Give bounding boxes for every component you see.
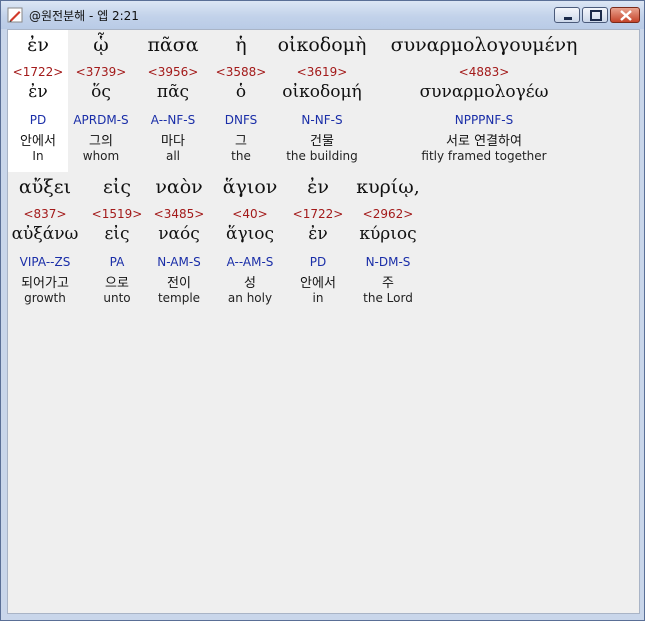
word-cell[interactable]: ναὸν <3485> ναός N-AM-S 전이 temple: [150, 172, 208, 314]
window-title: @원전분해 - 엡 2:21: [29, 9, 139, 23]
lemma: ἅγιος: [225, 224, 275, 244]
korean-gloss: 안에서: [20, 134, 56, 149]
close-button[interactable]: [610, 7, 640, 23]
strong-number[interactable]: <1722>: [288, 207, 348, 221]
lemma: κύριος: [359, 224, 417, 244]
lemma: ἐν: [28, 82, 48, 102]
greek-word: κυρίῳ,: [356, 176, 420, 198]
korean-gloss: 주: [382, 276, 394, 291]
korean-gloss: 성: [244, 276, 256, 291]
korean-gloss: 으로: [105, 276, 129, 291]
minimize-button[interactable]: [554, 7, 580, 23]
interlinear-view[interactable]: ἐν <1722> ἐν PD 안에서 In ᾧ <3739> ὅς APRDM…: [7, 29, 640, 614]
strong-number[interactable]: <2962>: [352, 207, 424, 221]
pen-quill-icon: [7, 7, 23, 23]
morph-code: PD: [309, 255, 327, 269]
word-cell[interactable]: ἡ <3588> ὁ DNFS 그 the: [214, 30, 268, 172]
english-gloss: the: [231, 149, 251, 163]
word-cell[interactable]: οἰκοδομὴ <3619> οἰκοδομή N-NF-S 건물 the b…: [270, 30, 374, 172]
word-cell[interactable]: ἅγιον <40> ἅγιος A--AM-S 성 an holy: [214, 172, 286, 314]
korean-gloss: 서로 연결하여: [446, 134, 522, 149]
english-gloss: the Lord: [363, 291, 413, 305]
greek-word: εἰς: [103, 176, 131, 198]
strong-number[interactable]: <1722>: [8, 65, 68, 79]
strong-number[interactable]: <1519>: [88, 207, 146, 221]
strong-number[interactable]: <3588>: [214, 65, 268, 79]
morph-code: A--NF-S: [150, 113, 196, 127]
word-cell[interactable]: ἐν <1722> ἐν PD 안에서 In: [8, 30, 68, 172]
english-gloss: an holy: [227, 291, 273, 305]
maximize-button[interactable]: [582, 7, 608, 23]
greek-word: αὔξει: [18, 176, 72, 198]
greek-word: ἅγιον: [222, 176, 278, 198]
lemma: πᾶς: [156, 82, 190, 102]
korean-gloss: 그: [235, 134, 247, 149]
lemma: ὁ: [235, 82, 247, 102]
english-gloss: growth: [24, 291, 66, 305]
word-cell[interactable]: πᾶσα <3956> πᾶς A--NF-S 마다 all: [142, 30, 204, 172]
morph-code: N-AM-S: [157, 255, 201, 269]
word-cell[interactable]: ἐν <1722> ἐν PD 안에서 in: [288, 172, 348, 314]
word-cell[interactable]: αὔξει <837> αὐξάνω VIPA--ZS 되어가고 growth: [8, 172, 82, 314]
lemma: οἰκοδομή: [282, 82, 362, 102]
english-gloss: temple: [157, 291, 201, 305]
morph-code: DNFS: [224, 113, 258, 127]
english-gloss: the building: [286, 149, 358, 163]
greek-word: ἐν: [307, 176, 329, 198]
strong-number[interactable]: <837>: [8, 207, 82, 221]
maximize-icon: [590, 10, 602, 21]
strong-number[interactable]: <3739>: [68, 65, 134, 79]
morph-code: NPPPNF-S: [454, 113, 514, 127]
word-cell[interactable]: συναρμολογουμένη <4883> συναρμολογέω NPP…: [382, 30, 586, 172]
morph-code: PD: [29, 113, 47, 127]
english-gloss: whom: [82, 149, 120, 163]
greek-word: ἐν: [27, 34, 49, 56]
greek-word: πᾶσα: [147, 34, 199, 56]
english-gloss: In: [32, 149, 44, 163]
minimize-icon: [564, 17, 572, 20]
lemma: ὅς: [91, 82, 111, 102]
lemma: εἰς: [104, 224, 130, 244]
korean-gloss: 전이: [167, 276, 191, 291]
lemma: ἐν: [308, 224, 328, 244]
strong-number[interactable]: <3956>: [142, 65, 204, 79]
word-cell[interactable]: ᾧ <3739> ὅς APRDM-S 그의 whom: [68, 30, 134, 172]
morph-code: N-DM-S: [365, 255, 411, 269]
greek-word: ναὸν: [155, 176, 203, 198]
english-gloss: unto: [103, 291, 131, 305]
title-bar[interactable]: @원전분해 - 엡 2:21: [1, 1, 644, 29]
korean-gloss: 마다: [161, 134, 185, 149]
lemma: ναός: [158, 224, 200, 244]
morph-code: APRDM-S: [73, 113, 129, 127]
greek-word: ἡ: [235, 34, 247, 56]
korean-gloss: 그의: [89, 134, 113, 149]
greek-word: ᾧ: [93, 34, 109, 56]
strong-number[interactable]: <40>: [214, 207, 286, 221]
strong-number[interactable]: <3485>: [150, 207, 208, 221]
strong-number[interactable]: <4883>: [382, 65, 586, 79]
lemma: συναρμολογέω: [419, 82, 549, 102]
app-window: @원전분해 - 엡 2:21 ἐν <1722> ἐν PD 안에서 In ᾧ …: [0, 0, 645, 621]
word-cell[interactable]: εἰς <1519> εἰς PA 으로 unto: [88, 172, 146, 314]
close-icon: [620, 10, 632, 21]
english-gloss: fitly framed together: [421, 149, 547, 163]
korean-gloss: 되어가고: [21, 276, 69, 291]
korean-gloss: 안에서: [300, 276, 336, 291]
morph-code: A--AM-S: [226, 255, 274, 269]
morph-code: PA: [109, 255, 125, 269]
lemma: αὐξάνω: [11, 224, 79, 244]
morph-code: VIPA--ZS: [19, 255, 71, 269]
english-gloss: in: [312, 291, 324, 305]
english-gloss: all: [165, 149, 181, 163]
greek-word: οἰκοδομὴ: [277, 34, 367, 56]
morph-code: N-NF-S: [301, 113, 343, 127]
korean-gloss: 건물: [310, 134, 334, 149]
strong-number[interactable]: <3619>: [270, 65, 374, 79]
greek-word: συναρμολογουμένη: [390, 34, 578, 56]
word-cell[interactable]: κυρίῳ, <2962> κύριος N-DM-S 주 the Lord: [352, 172, 424, 314]
